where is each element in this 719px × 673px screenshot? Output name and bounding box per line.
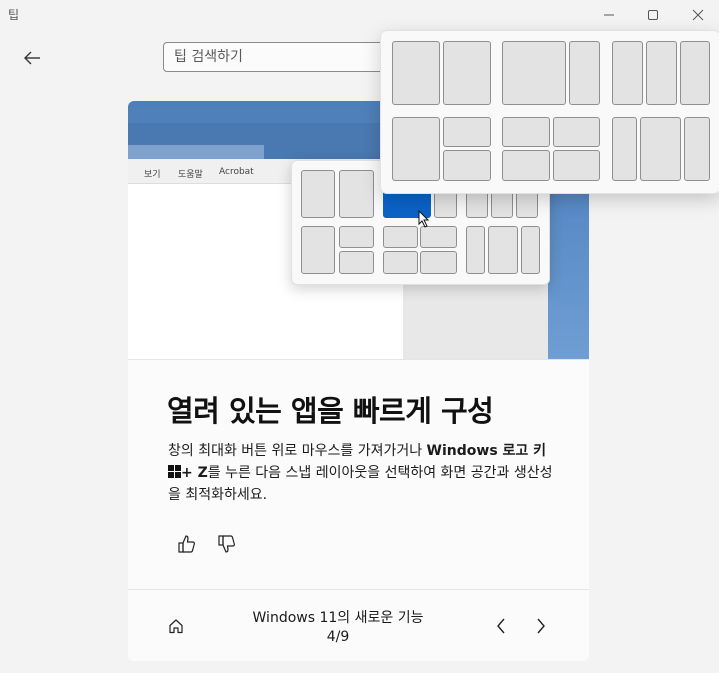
snap-zone-quad-bottom-right[interactable]	[553, 150, 600, 181]
close-icon	[692, 9, 704, 21]
maximize-icon	[648, 10, 658, 20]
snap-zone-top-right[interactable]	[443, 117, 491, 147]
snap-zone-two-thirds-left[interactable]	[502, 41, 566, 105]
snap-zone-thirds-left[interactable]	[612, 41, 643, 105]
illustration-searchbar	[128, 145, 264, 159]
snap-zone-wide-middle[interactable]	[640, 117, 681, 181]
ribbon-item: 보기	[144, 170, 161, 180]
back-button[interactable]	[16, 44, 48, 72]
next-button[interactable]	[529, 614, 553, 638]
app-title: 팁	[8, 8, 20, 22]
thumbs-up-icon	[178, 535, 195, 553]
previous-button[interactable]	[489, 614, 513, 638]
back-arrow-icon	[24, 51, 40, 65]
snap-zone	[488, 226, 518, 274]
desc-text: 창의 최대화 버튼 위로 마우스를 가져가거나	[168, 443, 427, 459]
snap-zone-thirds-right[interactable]	[680, 41, 710, 105]
maximize-button[interactable]	[630, 0, 676, 30]
snap-zone-quad-top-right[interactable]	[553, 117, 600, 147]
snap-zone	[521, 226, 540, 274]
close-button[interactable]	[675, 0, 719, 30]
desc-text: 를 누른 다음 스냅 레이아웃을 선택하여 화면 공간과 생산성을 최적화하세요…	[168, 465, 553, 503]
snap-zone-one-third-right[interactable]	[569, 41, 600, 105]
desc-bold: Windows 로고 키	[426, 443, 547, 459]
home-icon	[169, 619, 183, 634]
snap-zone-narrow-right[interactable]	[684, 117, 710, 181]
minimize-icon	[604, 14, 614, 16]
snap-layout-flyout	[380, 30, 719, 194]
snap-zone	[383, 251, 418, 274]
snap-zone-half-left[interactable]	[392, 41, 440, 105]
chevron-right-icon	[537, 618, 545, 634]
snap-zone-bottom-right[interactable]	[443, 150, 491, 181]
snap-zone	[339, 251, 374, 274]
snap-zone	[339, 226, 374, 248]
chevron-left-icon	[497, 618, 505, 634]
snap-zone-left-half[interactable]	[392, 117, 440, 181]
mouse-cursor-icon	[418, 209, 430, 232]
like-button[interactable]	[174, 531, 200, 557]
snap-zone-quad-top-left[interactable]	[502, 117, 550, 147]
title-bar: 팁	[0, 0, 719, 30]
snap-zone	[301, 170, 335, 218]
snap-zone	[420, 251, 457, 274]
snap-zone	[466, 226, 485, 274]
hero-divider	[128, 359, 589, 360]
dislike-button[interactable]	[214, 531, 240, 557]
home-button[interactable]	[164, 614, 188, 638]
snap-zone	[339, 170, 374, 218]
snap-zone-thirds-middle[interactable]	[646, 41, 677, 105]
tip-title: 열려 있는 앱을 빠르게 구성	[167, 394, 494, 428]
snap-zone	[301, 226, 335, 274]
snap-zone-quad-bottom-left[interactable]	[502, 150, 550, 181]
snap-zone	[383, 226, 418, 248]
collection-title: Windows 11의 새로운 기능	[252, 610, 424, 626]
ribbon-item: Acrobat	[219, 167, 254, 177]
snap-zone-narrow-left[interactable]	[612, 117, 637, 181]
minimize-button[interactable]	[586, 0, 632, 30]
windows-logo-icon	[168, 465, 181, 478]
thumbs-down-icon	[218, 535, 235, 553]
snap-zone-half-right[interactable]	[443, 41, 491, 105]
ribbon-item: 도움말	[178, 170, 203, 180]
tip-description: 창의 최대화 버튼 위로 마우스를 가져가거나 Windows 로고 키 + Z를…	[168, 440, 558, 506]
desc-bold: + Z	[181, 465, 208, 481]
footer-divider	[128, 589, 589, 590]
page-indicator: 4/9	[326, 629, 350, 645]
